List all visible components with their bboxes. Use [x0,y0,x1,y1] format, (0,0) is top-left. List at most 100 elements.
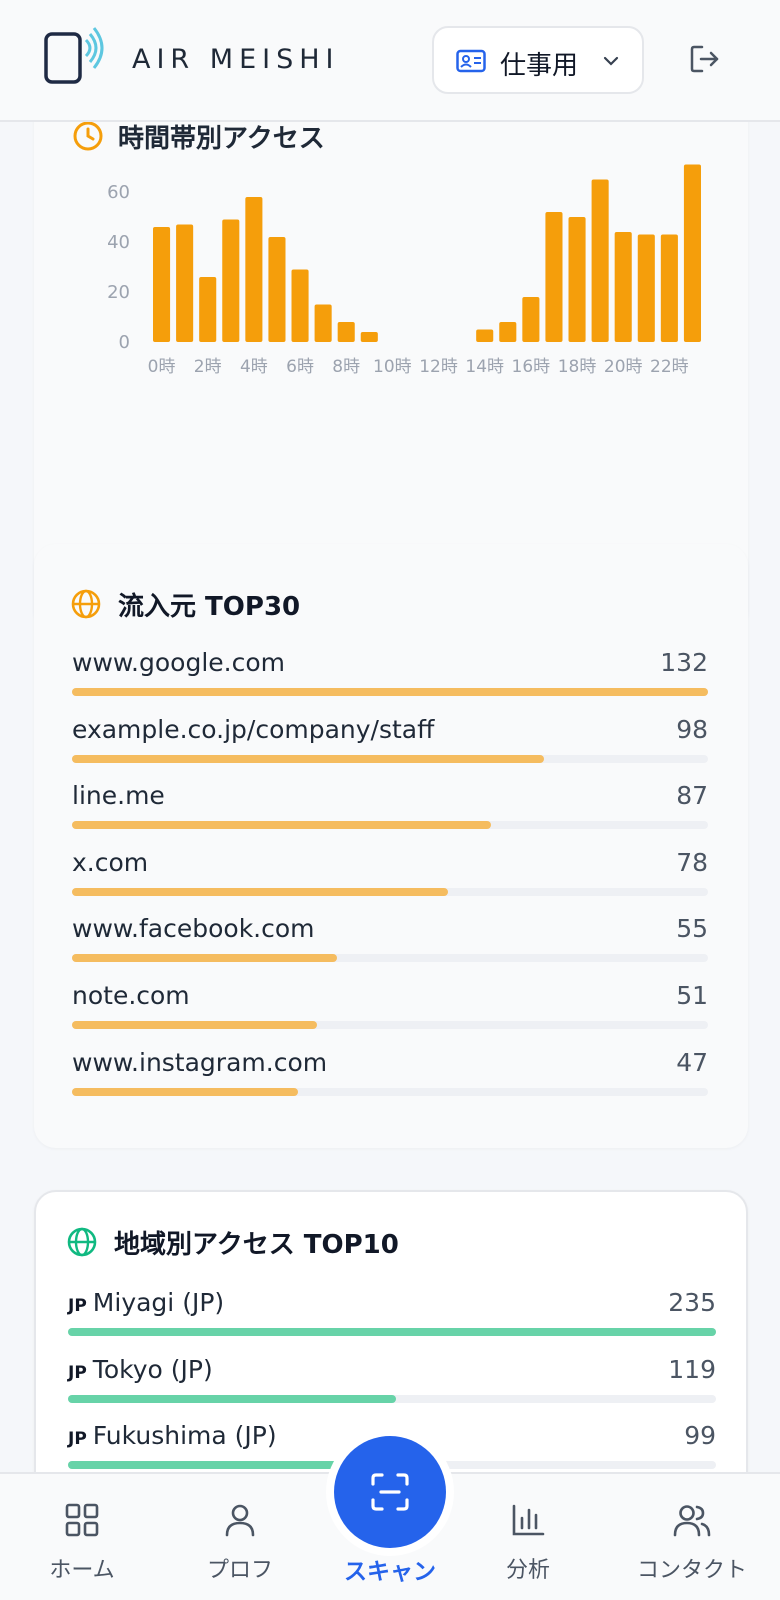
y-tick-label: 40 [107,232,130,253]
country-code: JP [68,1296,87,1316]
x-tick-label: 0時 [148,357,176,377]
brand-name: AIR MEISHI [132,44,340,75]
hour-bar-20時 [614,232,632,342]
hour-bar-18時 [568,217,586,342]
traffic-sources-title: 流入元 TOP30 [118,592,301,622]
hour-bar-9時 [360,332,378,342]
globe-icon [66,1226,98,1262]
x-tick-label: 16時 [512,357,551,377]
profile-select[interactable]: 仕事用 [432,26,644,94]
hour-bar-0時 [153,227,171,342]
country-code: JP [68,1362,87,1383]
hour-bar-2時 [199,277,217,342]
source-count: 51 [676,981,708,1010]
source-row: x.com 78 [72,848,708,914]
chevron-down-icon [600,50,622,76]
nav-profile[interactable]: プロフ [162,1474,318,1600]
source-bar-track [72,1021,708,1029]
hour-bar-22時 [660,234,678,342]
source-label: www.facebook.com [72,914,315,944]
hour-bar-3時 [222,219,240,342]
region-bar-track [68,1328,716,1336]
hour-bar-6時 [291,269,309,342]
hour-bar-15時 [499,322,517,342]
source-bar-fill [72,754,544,763]
scan-button[interactable] [334,1436,446,1548]
id-card-icon [456,49,486,77]
x-tick-label: 14時 [465,357,504,377]
source-row: example.co.jp/company/staff 98 [72,715,708,781]
x-tick-label: 12時 [419,357,458,377]
source-bar-track [72,1087,708,1096]
hour-bar-4時 [245,197,263,342]
bar-chart-icon [510,1502,546,1542]
y-tick-label: 20 [107,282,130,303]
nav-analytics-label: 分析 [505,1558,550,1583]
source-count: 87 [676,781,708,811]
source-count: 47 [676,1047,708,1077]
source-bar-track [72,754,708,763]
hour-bar-7時 [314,304,332,342]
source-row: note.com 51 [72,981,708,1047]
hour-bar-17時 [545,212,563,342]
hour-bar-5時 [268,237,286,342]
grid-icon [64,1502,100,1542]
hour-bar-21時 [637,234,655,342]
x-tick-label: 10時 [373,357,412,377]
nav-contacts-label: コンタクト [636,1558,747,1583]
hour-bar-8時 [337,322,355,342]
profile-select-value: 仕事用 [500,51,579,81]
region-row: JP Miyagi (JP) 235 [68,1288,716,1354]
nav-analytics[interactable]: 分析 [450,1474,606,1600]
source-label: x.com [72,847,149,877]
source-label: note.com [72,981,190,1010]
region-label: JP Fukushima (JP) [68,1421,277,1450]
region-bar-fill [68,1461,341,1470]
hour-bar-16時 [522,297,540,342]
source-bar-fill [72,1021,318,1029]
y-tick-label: 0 [119,332,130,353]
source-bar-fill [72,1087,299,1096]
x-tick-label: 2時 [194,357,222,377]
source-bar-fill [72,954,338,963]
region-bar-fill [68,1394,396,1403]
source-count: 78 [676,847,708,877]
x-tick-label: 6時 [286,357,314,377]
region-name: Miyagi (JP) [92,1288,225,1317]
x-tick-label: 18時 [558,357,597,377]
hour-bar-23時 [683,164,701,342]
traffic-sources-card: 流入元 TOP30 www.google.com 132 example.co.jp… [34,544,748,1148]
hour-bar-14時 [476,329,494,342]
region-label: JP Tokyo (JP) [68,1355,213,1384]
clock-icon [72,122,104,156]
hourly-access-title: 時間帯別アクセス [118,124,325,154]
source-label: www.instagram.com [72,1047,328,1077]
source-bar-fill [72,821,492,830]
hour-bar-1時 [176,224,194,342]
source-count: 55 [676,914,708,944]
main-scroll-area[interactable]: 時間帯別アクセス 0204060800時2時4時6時8時10時12時14時16時… [0,122,780,1472]
region-row: JP Tokyo (JP) 119 [68,1355,716,1421]
source-bar-track [72,887,708,896]
globe-icon [70,588,102,624]
scan-icon [370,1472,410,1516]
region-bar-fill [68,1328,716,1336]
region-label: JP Miyagi (JP) [68,1288,224,1317]
source-row: www.facebook.com 55 [72,914,708,980]
app-header: AIR MEISHI 仕事用 [0,0,780,122]
nav-home-label: ホーム [49,1558,115,1583]
nav-home[interactable]: ホーム [4,1474,160,1600]
hour-bar-19時 [591,179,609,342]
x-tick-label: 4時 [240,357,268,377]
nav-contacts[interactable]: コンタクト [614,1474,770,1600]
region-bar-track [68,1394,716,1403]
users-icon [673,1502,711,1542]
user-icon [222,1502,258,1542]
nav-profile-label: プロフ [206,1558,273,1583]
x-tick-label: 22時 [650,357,689,377]
logout-icon[interactable] [688,42,722,80]
y-tick-label: 60 [107,182,130,203]
source-count: 98 [676,714,708,744]
source-count: 132 [660,648,708,677]
source-bar-track [72,954,708,963]
